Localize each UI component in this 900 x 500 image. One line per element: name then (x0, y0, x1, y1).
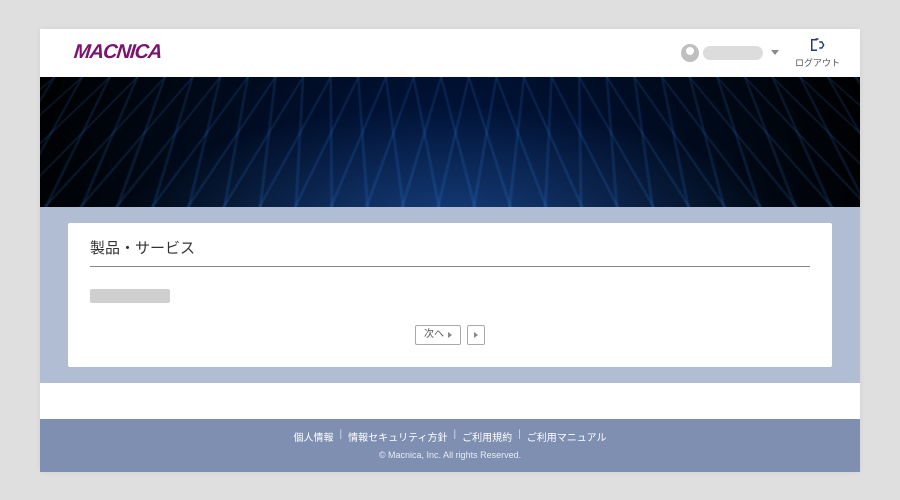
footer-link-security[interactable]: 情報セキュリティ方針 (348, 433, 447, 444)
footer-sep: | (518, 429, 521, 444)
avatar-icon (681, 44, 699, 62)
logout-label: ログアウト (795, 56, 840, 69)
footer-links: 個人情報 | 情報セキュリティ方針 | ご利用規約 | ご利用マニュアル (40, 429, 860, 444)
result-placeholder (90, 289, 170, 303)
arrow-right-icon (448, 332, 452, 338)
copyright: © Macnica, Inc. All rights Reserved. (40, 450, 860, 460)
arrow-right-icon (474, 332, 478, 338)
username-placeholder (703, 46, 763, 60)
card-title: 製品・サービス (90, 237, 810, 267)
header-right: ログアウト (681, 36, 840, 69)
next-button[interactable]: 次へ (415, 325, 461, 345)
next-label: 次へ (424, 328, 444, 342)
logout-button[interactable]: ログアウト (795, 36, 840, 69)
main-band: 製品・サービス 次へ (40, 207, 860, 383)
footer: 個人情報 | 情報セキュリティ方針 | ご利用規約 | ご利用マニュアル © M… (40, 419, 860, 472)
app-window: MACNICA ログアウト 製品・サービス 次へ (40, 29, 860, 472)
logout-icon (808, 36, 826, 54)
pager: 次へ (90, 325, 810, 345)
spacer (40, 383, 860, 419)
header: MACNICA ログアウト (40, 29, 860, 77)
user-menu[interactable] (681, 44, 779, 62)
footer-link-privacy[interactable]: 個人情報 (294, 433, 334, 444)
last-button[interactable] (467, 325, 485, 345)
footer-sep: | (340, 429, 343, 444)
chevron-down-icon (771, 50, 779, 55)
hero-banner (40, 77, 860, 207)
footer-link-terms[interactable]: ご利用規約 (462, 433, 512, 444)
content-card: 製品・サービス 次へ (68, 223, 832, 367)
footer-link-manual[interactable]: ご利用マニュアル (527, 433, 607, 444)
footer-sep: | (454, 429, 457, 444)
brand-logo: MACNICA (73, 41, 163, 64)
